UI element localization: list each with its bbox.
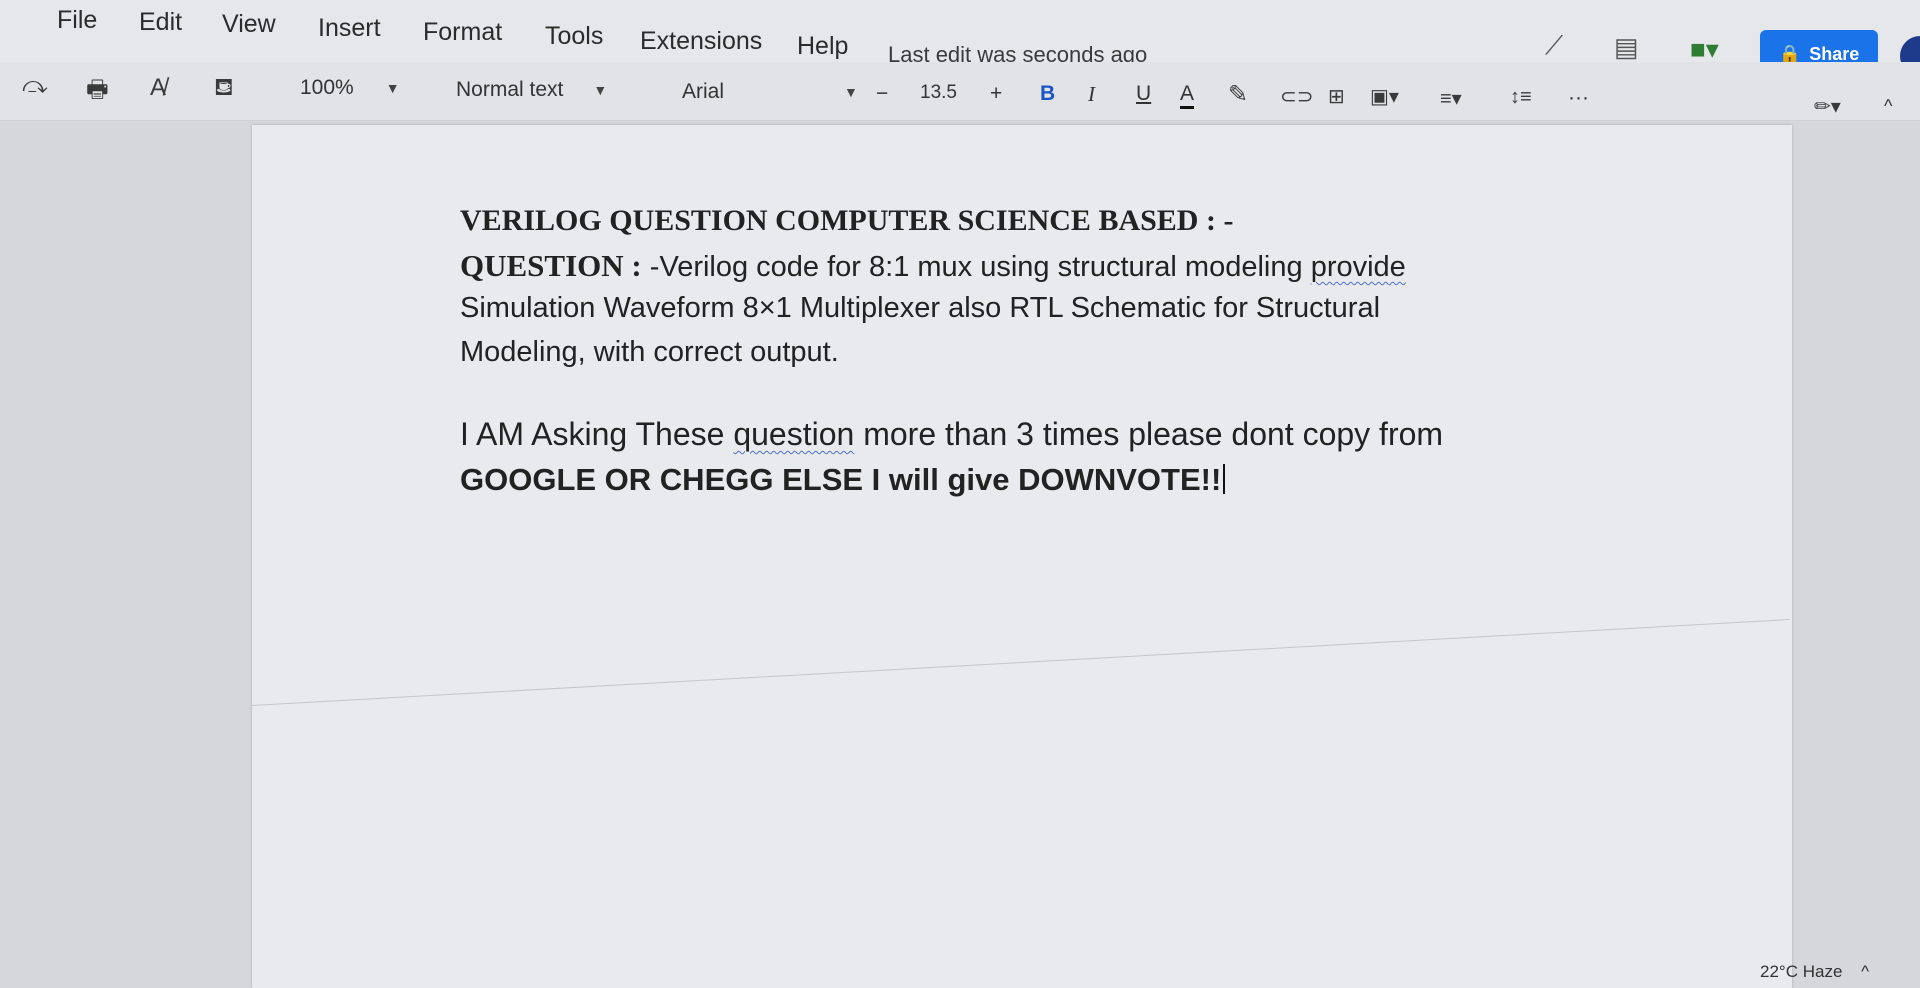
style-select[interactable]: Normal text ▼ (456, 78, 607, 102)
line5-text: GOOGLE OR CHEGG ELSE I will give DOWNVOT… (460, 462, 1222, 497)
add-comment-icon[interactable]: ⊞ (1328, 84, 1345, 109)
menu-format[interactable]: Format (423, 18, 502, 47)
document-line-5[interactable]: GOOGLE OR CHEGG ELSE I will give DOWNVOT… (460, 462, 1226, 498)
font-size-decrease-button[interactable]: − (876, 82, 888, 106)
collapse-chevron-icon[interactable]: ^ (1884, 96, 1892, 117)
zoom-select[interactable]: 100% ▼ (300, 76, 400, 100)
editing-mode-icon[interactable]: ✏▾ (1814, 94, 1841, 119)
bold-button[interactable]: B (1040, 82, 1055, 106)
insert-image-icon[interactable]: ▣▾ (1370, 84, 1399, 109)
menu-help[interactable]: Help (797, 32, 848, 61)
document-line-4[interactable]: I AM Asking These question more than 3 t… (460, 416, 1443, 453)
chevron-down-icon: ▼ (844, 84, 858, 100)
style-value: Normal text (456, 78, 564, 101)
question-text-a: -Verilog code for 8:1 mux using structur… (641, 251, 1311, 283)
chevron-down-icon: ▼ (593, 82, 608, 98)
line-spacing-icon[interactable]: ↕≡ (1510, 86, 1532, 109)
toolbar: ⤼ 🖶 A̸ ⛾ 100% ▼ Normal text ▼ Arial ▼ − … (0, 62, 1920, 121)
line4-text-a: I AM Asking These (460, 416, 734, 452)
taskbar-tray: 22°C Haze ^ (1760, 962, 1869, 982)
meet-icon[interactable]: ■▾ (1690, 34, 1719, 65)
font-size-input[interactable]: 13.5 (920, 82, 957, 104)
document-heading[interactable]: VERILOG QUESTION COMPUTER SCIENCE BASED … (460, 204, 1233, 238)
menu-bar: File Edit View Insert Format Tools Exten… (0, 0, 1920, 78)
menu-insert[interactable]: Insert (318, 14, 381, 43)
document-line-1[interactable]: QUESTION : -Verilog code for 8:1 mux usi… (460, 248, 1406, 284)
menu-edit[interactable]: Edit (139, 8, 182, 37)
link-icon[interactable]: ⊂⊃ (1280, 84, 1314, 109)
tray-chevron-icon[interactable]: ^ (1861, 962, 1869, 981)
text-color-button[interactable]: A (1180, 82, 1195, 109)
spellcheck-word-question[interactable]: question (733, 416, 854, 452)
underline-button[interactable]: U (1136, 82, 1151, 106)
italic-button[interactable]: I (1088, 82, 1095, 107)
menu-view[interactable]: View (222, 10, 276, 39)
font-value: Arial (682, 80, 725, 103)
font-select[interactable]: Arial ▼ (682, 80, 858, 104)
font-size-increase-button[interactable]: + (990, 82, 1002, 106)
more-options-button[interactable]: ··· (1568, 86, 1589, 110)
document-line-3[interactable]: Modeling, with correct output. (460, 336, 839, 369)
menu-tools[interactable]: Tools (545, 22, 603, 51)
document-line-2[interactable]: Simulation Waveform 8×1 Multiplexer also… (460, 292, 1380, 325)
spellcheck-icon[interactable]: A̸ (150, 74, 166, 102)
menu-file[interactable]: File (57, 6, 97, 35)
spellcheck-word-provide[interactable]: provide (1311, 251, 1406, 283)
chevron-down-icon: ▼ (385, 80, 400, 96)
question-label: QUESTION : (460, 248, 642, 283)
zoom-value: 100% (300, 76, 354, 99)
highlight-icon[interactable]: ✎ (1228, 80, 1248, 109)
print-icon[interactable]: 🖶 (86, 72, 109, 113)
redo-icon[interactable]: ⤼ (22, 72, 48, 100)
paint-format-icon[interactable]: ⛾ (214, 74, 234, 104)
align-icon[interactable]: ≡▾ (1440, 86, 1462, 111)
activity-icon[interactable]: ⟋ (1545, 30, 1563, 62)
text-cursor (1223, 464, 1226, 494)
menu-extensions[interactable]: Extensions (640, 27, 762, 56)
weather-status[interactable]: 22°C Haze (1760, 962, 1842, 981)
line4-text-b: more than 3 times please dont copy from (854, 416, 1444, 452)
comment-history-icon[interactable]: ▤ (1614, 32, 1639, 63)
